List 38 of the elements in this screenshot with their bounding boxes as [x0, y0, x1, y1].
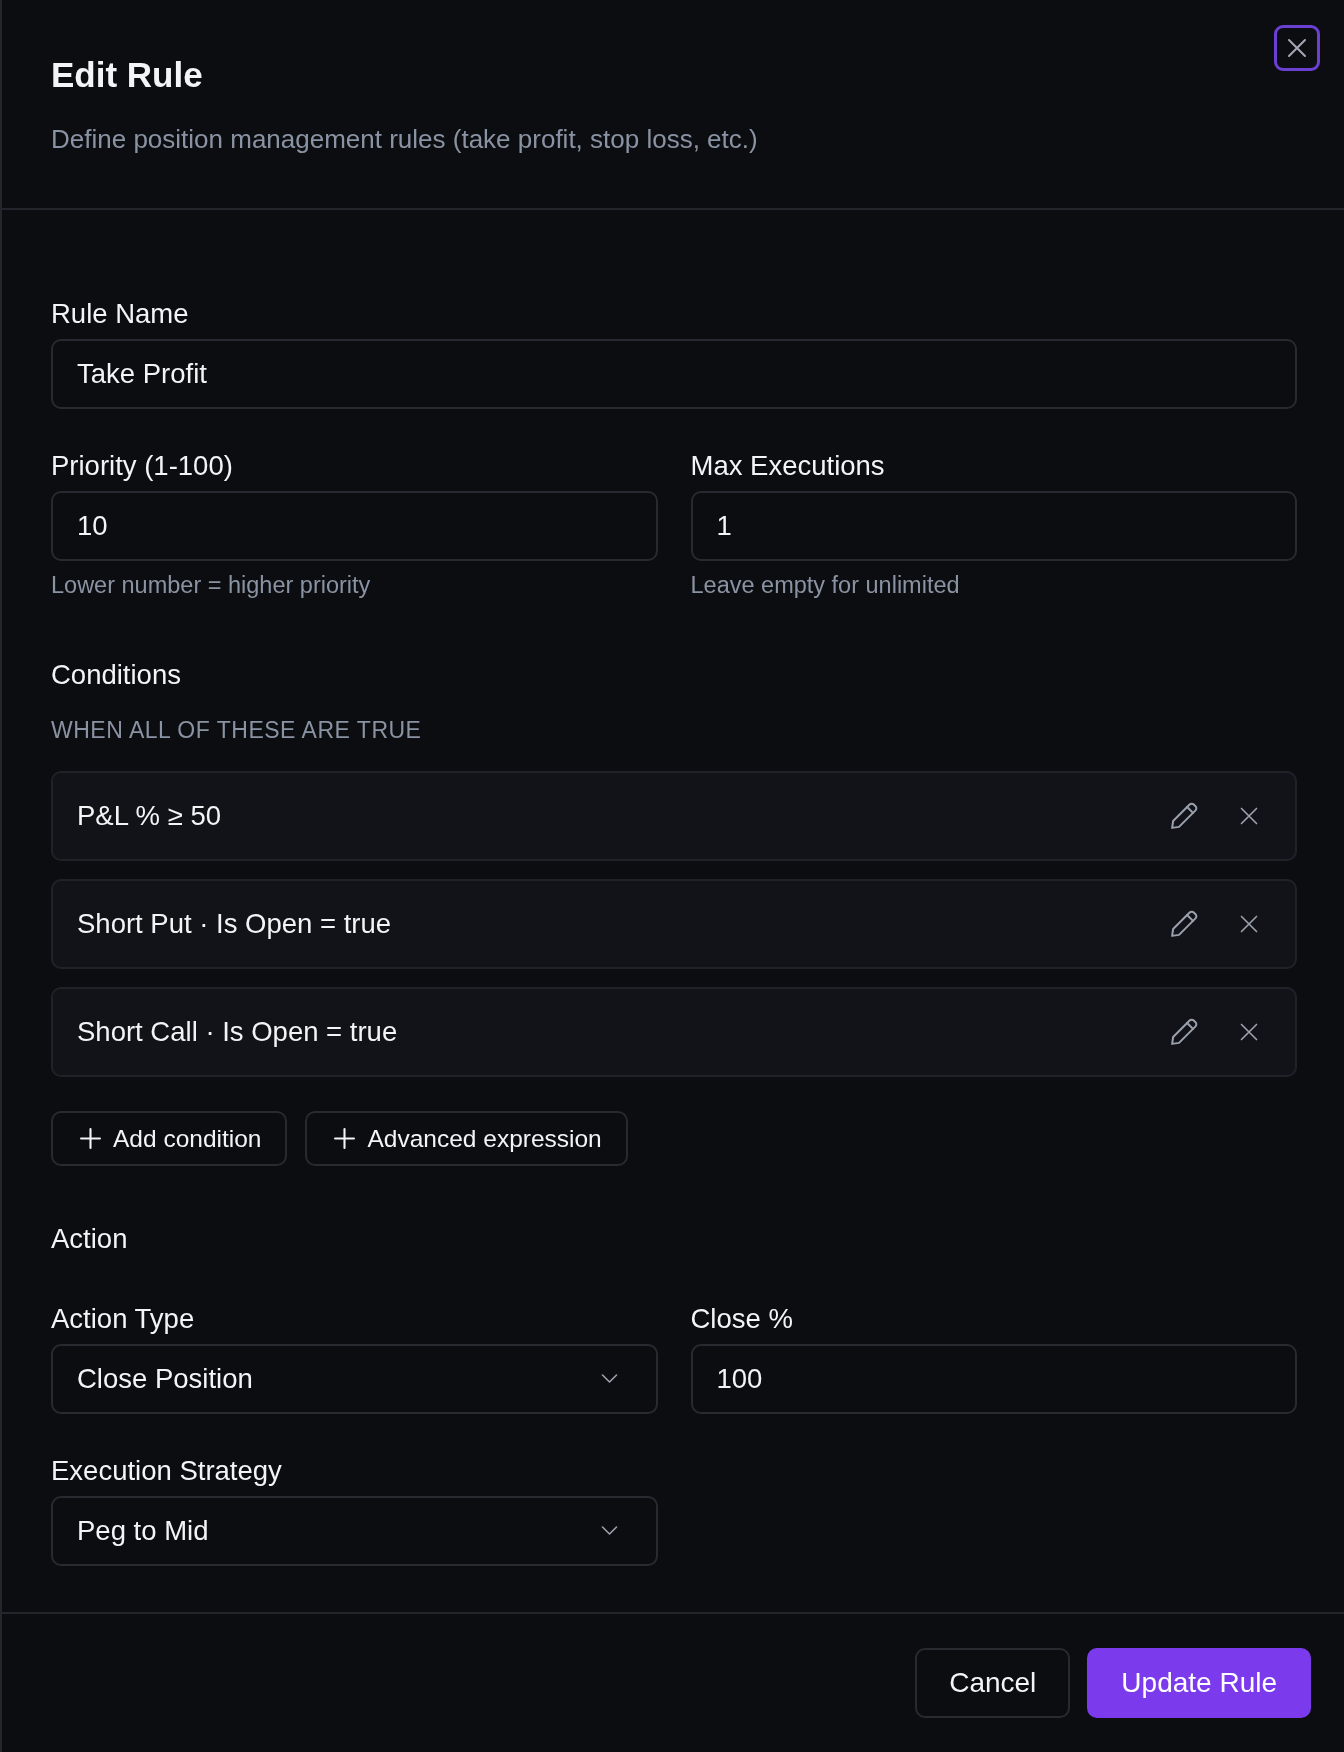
select-dropdown[interactable]: Close Position	[51, 1344, 658, 1414]
field-label: Max Executions	[690, 451, 886, 481]
close-icon	[1285, 36, 1309, 60]
submit-button[interactable]: Update Rule	[1087, 1648, 1311, 1718]
close-icon	[1239, 1022, 1259, 1042]
helper-text: Leave empty for unlimited	[690, 572, 961, 598]
field-label: Action Type	[51, 1304, 196, 1334]
input-field[interactable]: 100	[690, 1344, 1297, 1414]
dialog-subtitle: Define position management rules (take profit, stop loss, etc.)	[51, 124, 759, 154]
pencil-icon	[1169, 1017, 1199, 1047]
condition-text: Short Call · Is Open = true	[77, 1016, 399, 1048]
condition-text: Short Put · Is Open = true	[77, 908, 393, 940]
field-label: Priority (1-100)	[51, 451, 234, 481]
input-field[interactable]: Take Profit	[51, 339, 1297, 409]
pencil-icon	[1169, 801, 1199, 831]
close-icon	[1239, 806, 1259, 826]
plus-icon	[334, 1128, 356, 1149]
input-field[interactable]: 10	[51, 491, 658, 561]
select-dropdown[interactable]: Peg to Mid	[51, 1496, 658, 1566]
pencil-icon	[1169, 909, 1199, 939]
input-field[interactable]: 1	[690, 491, 1297, 561]
condition-mode-label: WHEN ALL OF THESE ARE TRUE	[51, 718, 423, 742]
section-heading: Action	[51, 1224, 129, 1254]
helper-text: Lower number = higher priority	[51, 572, 372, 598]
condition-text: P&L % ≥ 50	[77, 800, 222, 832]
close-button[interactable]	[1274, 25, 1320, 71]
section-heading: Conditions	[51, 660, 182, 690]
plus-icon	[80, 1128, 101, 1149]
close-icon	[1239, 914, 1259, 934]
field-label: Close %	[690, 1304, 794, 1334]
add-button[interactable]: Add condition	[51, 1111, 288, 1166]
field-label: Execution Strategy	[51, 1456, 283, 1486]
cancel-button[interactable]: Cancel	[915, 1648, 1071, 1718]
chevron-down-icon	[600, 1526, 618, 1536]
dialog-title: Edit Rule	[51, 55, 204, 95]
chevron-down-icon	[600, 1374, 618, 1384]
field-label: Rule Name	[51, 299, 190, 329]
add-button[interactable]: Advanced expression	[305, 1111, 628, 1166]
